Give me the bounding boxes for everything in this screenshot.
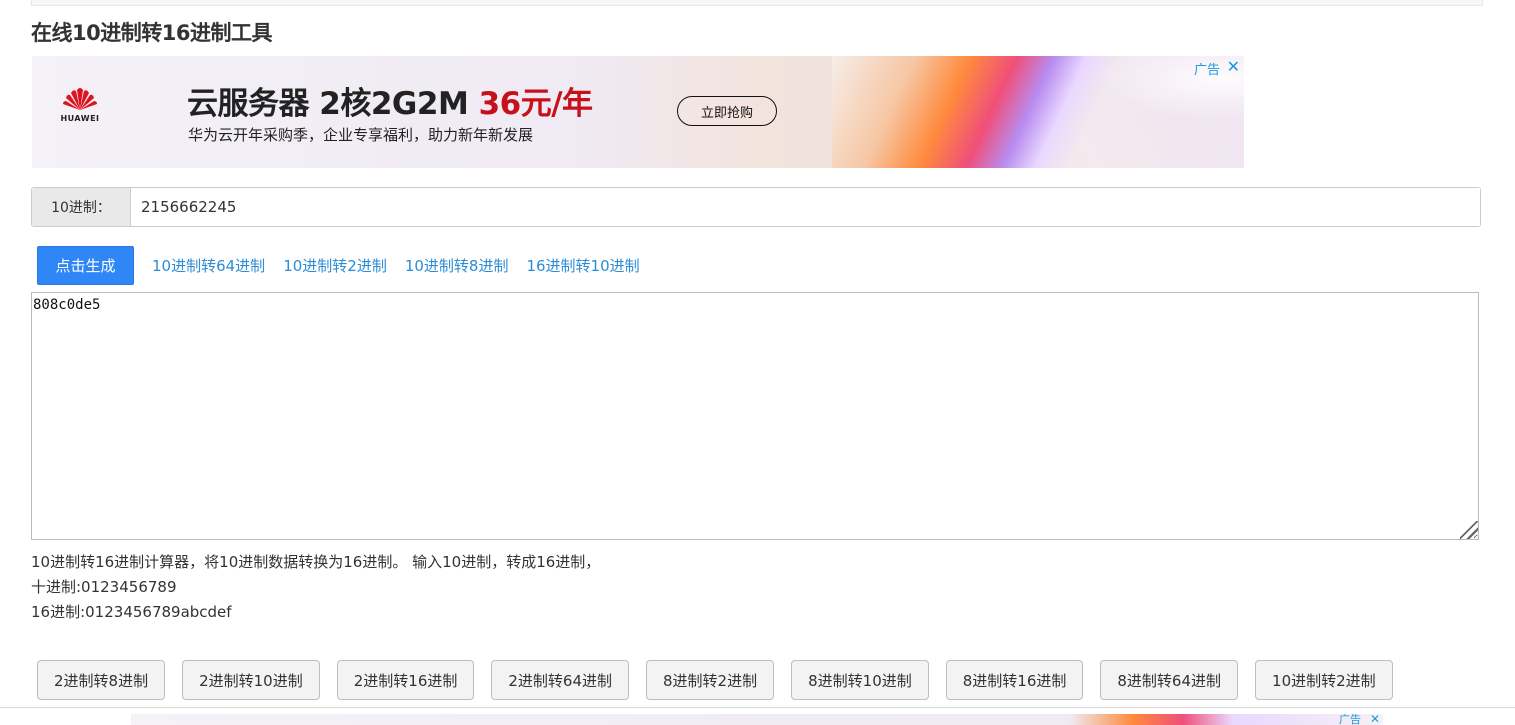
result-output[interactable]: 808c0de5 [31, 292, 1479, 540]
ad-artwork [832, 56, 1244, 168]
generate-button[interactable]: 点击生成 [37, 246, 134, 285]
link-hex-to-dec[interactable]: 16进制转10进制 [526, 255, 639, 276]
tool-button-bin-to-oct[interactable]: 2进制转8进制 [37, 660, 166, 700]
tool-button-oct-to-bin[interactable]: 8进制转2进制 [646, 660, 775, 700]
tool-button-oct-to-base64[interactable]: 8进制转64进制 [1100, 660, 1239, 700]
close-icon[interactable]: ✕ [1370, 714, 1380, 725]
tool-button-dec-to-bin[interactable]: 10进制转2进制 [1255, 660, 1393, 700]
decimal-input-group: 10进制： [31, 187, 1481, 227]
resize-handle-icon[interactable] [1460, 521, 1478, 539]
ad-headline: 云服务器 2核2G2M 36元/年 [187, 78, 593, 123]
huawei-flower-icon [63, 88, 97, 110]
ad-subline: 华为云开年采购季，企业专享福利，助力新年新发展 [188, 126, 534, 144]
decimal-input[interactable] [131, 188, 1480, 226]
bottom-ad-label: 广告 [1339, 714, 1361, 725]
bottom-divider [0, 707, 1515, 708]
related-tools: 2进制转8进制 2进制转10进制 2进制转16进制 2进制转64进制 8进制转2… [37, 660, 1393, 700]
tool-button-bin-to-hex[interactable]: 2进制转16进制 [336, 660, 475, 700]
ad-banner[interactable]: HUAWEI 云服务器 2核2G2M 36元/年 华为云开年采购季，企业专享福利… [32, 56, 1244, 168]
description-line-1: 10进制转16进制计算器，将10进制数据转换为16进制。 输入10进制，转成16… [31, 553, 601, 571]
close-icon[interactable]: ✕ [1227, 57, 1240, 76]
ad-buy-now-button[interactable]: 立即抢购 [677, 96, 777, 126]
description-line-3: 16进制:0123456789abcdef [31, 603, 232, 621]
link-dec-to-bin[interactable]: 10进制转2进制 [283, 255, 387, 276]
ad-headline-price: 36元/年 [478, 86, 593, 122]
tool-button-bin-to-dec[interactable]: 2进制转10进制 [182, 660, 320, 700]
tool-button-bin-to-base64[interactable]: 2进制转64进制 [491, 660, 630, 700]
quick-links: 10进制转64进制 10进制转2进制 10进制转8进制 16进制转10进制 [152, 255, 640, 276]
ad-label: 广告 [1193, 63, 1220, 78]
link-dec-to-oct[interactable]: 10进制转8进制 [405, 255, 509, 276]
tool-button-oct-to-hex[interactable]: 8进制转16进制 [945, 660, 1084, 700]
huawei-logo: HUAWEI [56, 86, 104, 123]
page-title: 在线10进制转16进制工具 [31, 21, 272, 45]
bottom-ad-banner[interactable]: 广告 ✕ [131, 714, 1383, 725]
top-strip [31, 0, 1483, 6]
link-dec-to-base64[interactable]: 10进制转64进制 [152, 255, 265, 276]
ad-headline-main: 云服务器 2核2G2M [187, 86, 479, 122]
huawei-brand-text: HUAWEI [60, 114, 100, 123]
decimal-input-label: 10进制： [32, 188, 131, 226]
description: 10进制转16进制计算器，将10进制数据转换为16进制。 输入10进制，转成16… [31, 550, 600, 625]
tool-button-oct-to-dec[interactable]: 8进制转10进制 [791, 660, 929, 700]
description-line-2: 十进制:0123456789 [31, 578, 177, 596]
